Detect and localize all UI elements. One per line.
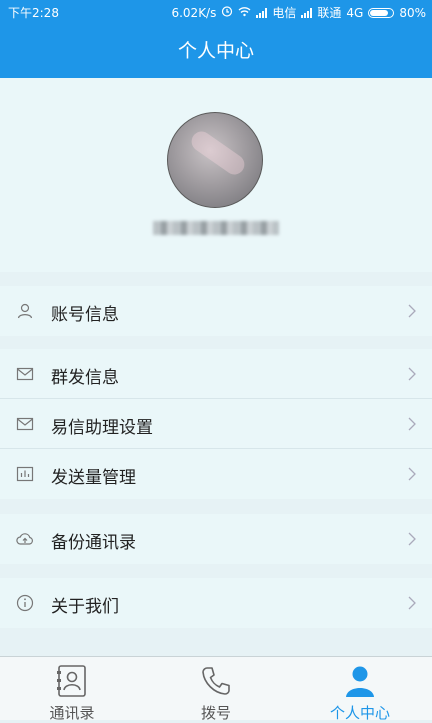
menu-item-label: 易信助理设置	[51, 418, 153, 438]
battery-percent: 80%	[399, 5, 426, 20]
chart-icon	[16, 466, 34, 482]
info-icon	[16, 594, 34, 612]
chevron-right-icon	[408, 596, 416, 610]
alarm-icon	[221, 5, 233, 20]
username-redacted	[153, 221, 279, 235]
net-speed: 6.02K/s	[171, 5, 217, 20]
menu-item-label: 账号信息	[51, 305, 119, 325]
menu-group-backup: 备份通讯录	[0, 514, 432, 564]
menu-item-send-volume[interactable]: 发送量管理	[0, 449, 432, 499]
menu-item-assistant-settings[interactable]: 易信助理设置	[0, 399, 432, 449]
chevron-right-icon	[408, 417, 416, 431]
user-icon	[346, 666, 374, 697]
bottom-nav: 通讯录 拨号 个人中心	[0, 656, 432, 722]
tab-contacts[interactable]: 通讯录	[0, 657, 144, 722]
mail-icon	[16, 367, 34, 381]
chevron-right-icon	[408, 367, 416, 381]
page-title: 个人中心	[177, 40, 254, 62]
network-type: 4G	[346, 5, 364, 20]
menu-item-account-info[interactable]: 账号信息	[0, 286, 432, 336]
chevron-right-icon	[408, 304, 416, 318]
status-bar: 下午2:28 6.02K/s 电信 联通 4G 80%	[0, 0, 432, 24]
title-bar: 个人中心	[0, 24, 432, 78]
menu-item-backup-contacts[interactable]: 备份通讯录	[0, 514, 432, 564]
menu-group-messaging: 群发信息 易信助理设置 发送量管理	[0, 349, 432, 499]
profile-section	[0, 78, 432, 272]
menu-group-account: 账号信息	[0, 286, 432, 336]
menu-group-about: 关于我们	[0, 578, 432, 628]
menu-item-about-us[interactable]: 关于我们	[0, 578, 432, 628]
status-time: 下午2:28	[8, 6, 59, 20]
wifi-icon	[238, 6, 251, 20]
person-icon	[17, 303, 33, 319]
tab-profile[interactable]: 个人中心	[288, 657, 432, 722]
menu-item-label: 发送量管理	[51, 468, 136, 488]
menu-item-label: 备份通讯录	[51, 533, 136, 553]
avatar[interactable]	[167, 112, 263, 208]
tab-dialer[interactable]: 拨号	[144, 657, 288, 722]
chevron-right-icon	[408, 532, 416, 546]
menu-item-label: 关于我们	[51, 597, 119, 617]
mail-icon	[16, 417, 34, 431]
signal-icon-1	[256, 7, 268, 18]
signal-icon-2	[301, 7, 313, 18]
cloud-upload-icon	[16, 533, 33, 545]
phone-icon	[202, 667, 230, 695]
carrier-1: 电信	[272, 6, 297, 20]
menu-item-label: 群发信息	[51, 368, 119, 388]
battery-icon	[368, 7, 395, 18]
chevron-right-icon	[408, 467, 416, 481]
contacts-icon	[57, 665, 86, 697]
menu-item-group-message[interactable]: 群发信息	[0, 349, 432, 399]
carrier-2: 联通	[317, 6, 342, 20]
